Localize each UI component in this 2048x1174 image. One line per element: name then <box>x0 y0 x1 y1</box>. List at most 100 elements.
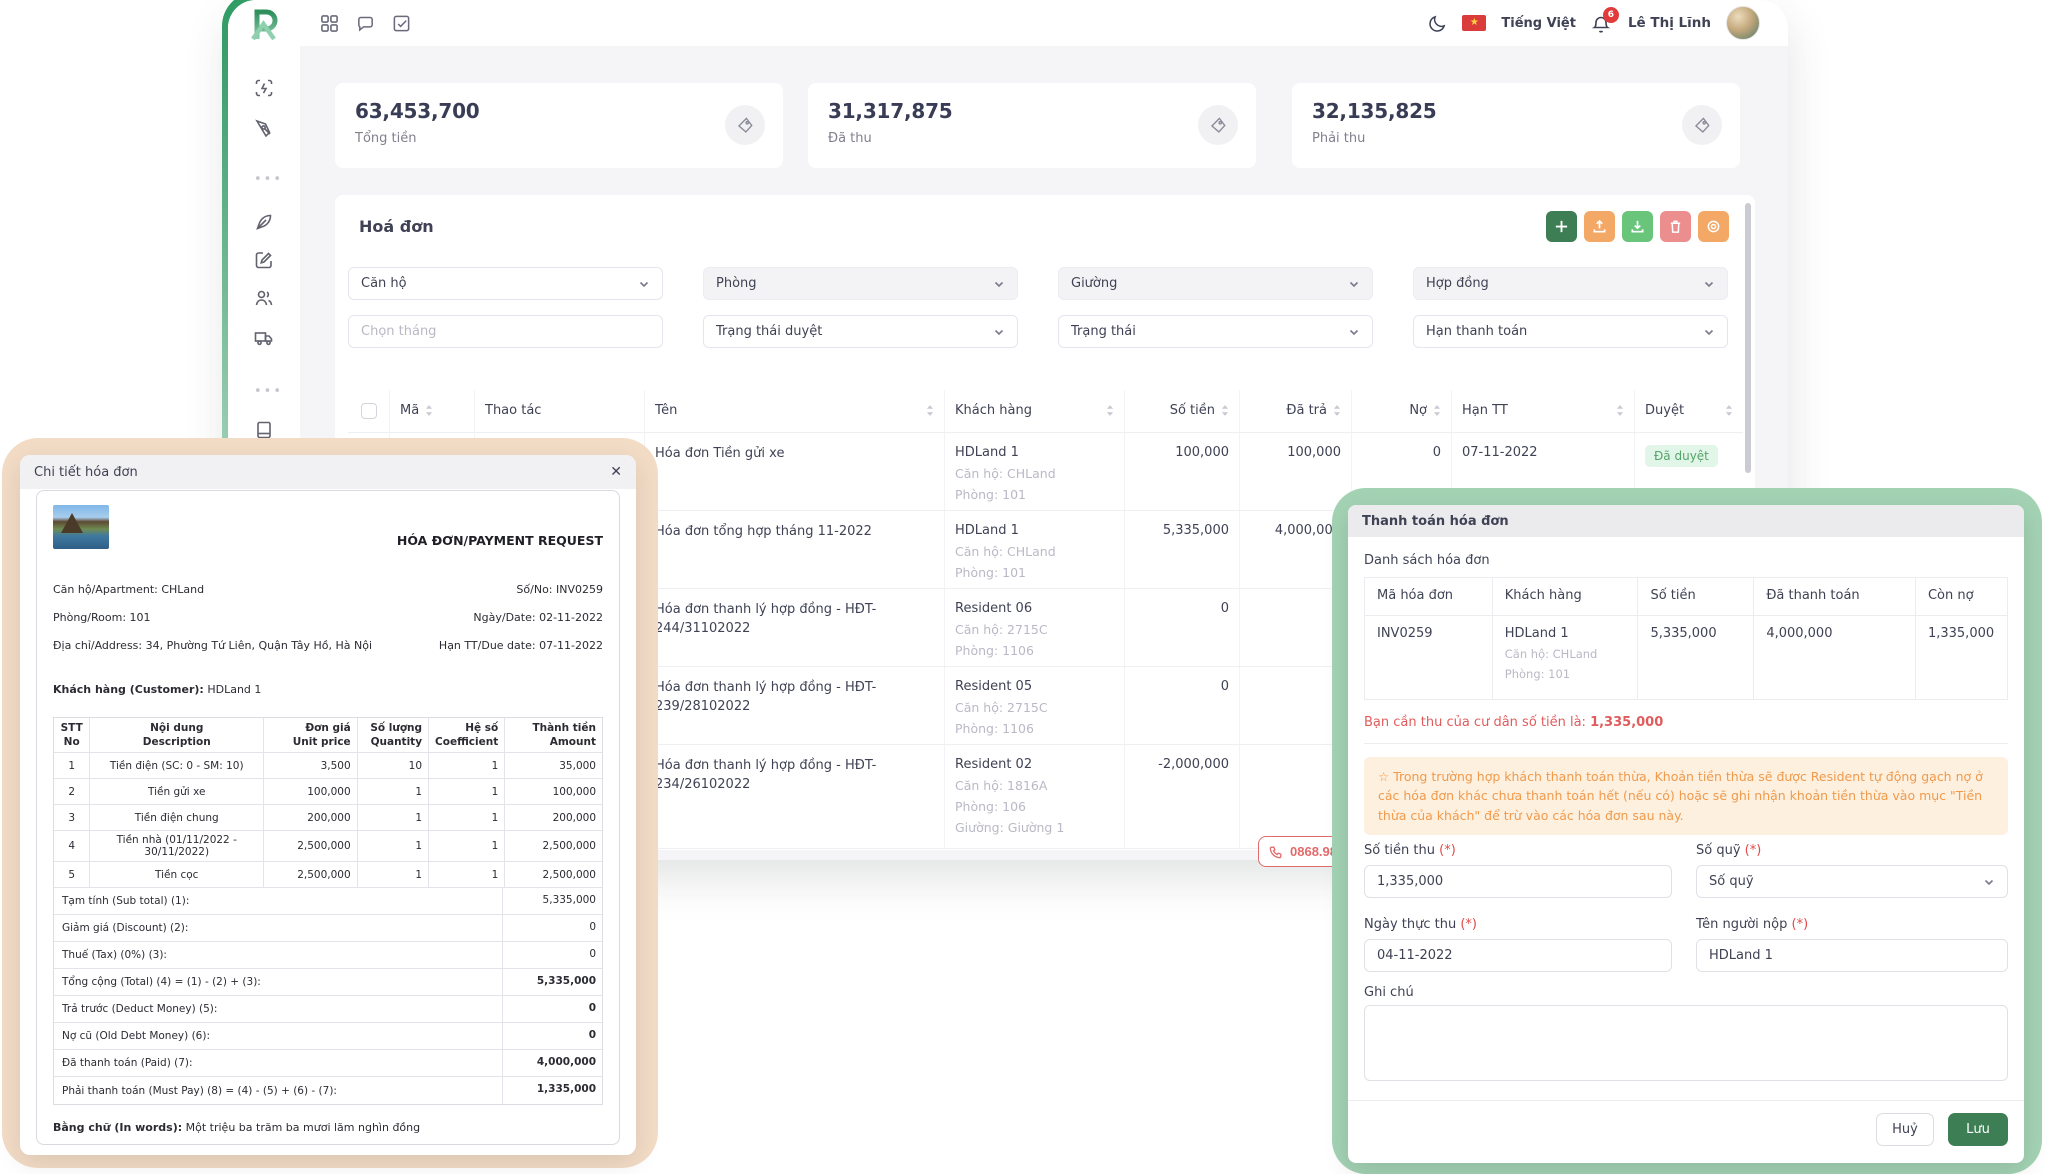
scan-flash-icon[interactable] <box>254 78 274 98</box>
chevron-down-icon <box>1348 326 1360 338</box>
header-debt[interactable]: Nợ <box>1352 390 1452 432</box>
topbar: ★ Tiếng Việt 6 Lê Thị Lĩnh <box>228 0 1788 46</box>
money-tag-icon <box>1198 105 1238 145</box>
chevron-down-icon <box>1983 876 1995 888</box>
card-value: 32,135,825 <box>1312 99 1720 123</box>
panel-title: Hoá đơn <box>359 217 434 236</box>
card-label: Tổng tiền <box>355 131 763 146</box>
settings-button[interactable] <box>1698 211 1729 242</box>
avatar[interactable] <box>1726 6 1760 40</box>
header-code[interactable]: Mã <box>390 390 475 432</box>
book-icon[interactable] <box>254 420 274 440</box>
add-invoice-button[interactable] <box>1546 211 1577 242</box>
total-row: Nợ cũ (Old Debt Money) (6):0 <box>54 1023 602 1050</box>
language-label[interactable]: Tiếng Việt <box>1501 16 1576 31</box>
money-tag-icon <box>725 105 765 145</box>
sort-icon <box>1333 405 1341 416</box>
card-value: 31,317,875 <box>828 99 1236 123</box>
edit-compose-icon[interactable] <box>254 250 274 270</box>
header-customer[interactable]: Khách hàng <box>945 390 1125 432</box>
item-row: 2Tiền gửi xe100,00011100,000 <box>54 779 602 805</box>
app-logo[interactable] <box>246 6 284 44</box>
sort-icon <box>1616 405 1624 416</box>
delete-button[interactable] <box>1660 211 1691 242</box>
star-icon: ☆ <box>1378 769 1389 784</box>
chevron-down-icon <box>1703 326 1715 338</box>
truck-icon[interactable] <box>254 328 274 348</box>
header-amount[interactable]: Số tiền <box>1125 390 1240 432</box>
users-icon[interactable] <box>254 288 274 308</box>
sort-icon <box>1725 405 1733 416</box>
sort-icon <box>1433 405 1441 416</box>
filter-apartment[interactable]: Căn hộ <box>348 267 663 300</box>
invoice-heading: HÓA ĐƠN/PAYMENT REQUEST <box>397 533 603 548</box>
filter-bed[interactable]: Giường <box>1058 267 1373 300</box>
collect-date-input[interactable] <box>1364 939 1672 972</box>
panel-scrollbar[interactable] <box>1745 203 1751 473</box>
save-button[interactable]: Lưu <box>1948 1113 2008 1146</box>
summary-card-collected: 31,317,875 Đã thu <box>808 83 1256 168</box>
app-canvas: ★ Tiếng Việt 6 Lê Thị Lĩnh ••• ••• 63,45 <box>0 0 2048 1174</box>
pen-tool-icon[interactable] <box>254 118 274 138</box>
task-check-icon[interactable] <box>392 14 411 33</box>
filter-status[interactable]: Trạng thái <box>1058 315 1373 348</box>
invoice-no-line: Số/No: INV0259 <box>516 583 603 596</box>
amount-in-words: Bằng chữ (In words): Một triệu ba trăm b… <box>53 1121 420 1134</box>
total-row: Trả trước (Deduct Money) (5):0 <box>54 996 602 1023</box>
amount-due-notice: Bạn cần thu của cư dân số tiền là: 1,335… <box>1364 715 1663 730</box>
divider <box>1348 1100 2024 1101</box>
dark-mode-icon[interactable] <box>1428 14 1447 33</box>
card-label: Đã thu <box>828 131 1236 146</box>
close-icon[interactable]: ✕ <box>610 464 622 480</box>
cancel-button[interactable]: Huỷ <box>1876 1113 1934 1146</box>
month-picker-input[interactable] <box>348 315 663 348</box>
select-all-checkbox[interactable] <box>361 403 377 419</box>
notification-bell-icon[interactable]: 6 <box>1591 11 1613 35</box>
item-row: 3Tiền điện chung200,00011200,000 <box>54 805 602 831</box>
total-row: Tạm tính (Sub total) (1):5,335,000 <box>54 888 602 915</box>
payment-modal: Thanh toán hóa đơn Danh sách hóa đơn Mã … <box>1348 505 2024 1163</box>
card-value: 63,453,700 <box>355 99 763 123</box>
apps-grid-icon[interactable] <box>320 14 339 33</box>
payment-table-row: INV0259 HDLand 1Căn hộ: CHLandPhòng: 101… <box>1365 616 2008 700</box>
chat-icon[interactable] <box>356 14 375 33</box>
total-row: Tổng cộng (Total) (4) = (1) - (2) + (3):… <box>54 969 602 996</box>
header-name[interactable]: Tên <box>645 390 945 432</box>
header-actions: Thao tác <box>475 390 645 432</box>
filter-due-date[interactable]: Hạn thanh toán <box>1413 315 1728 348</box>
payer-name-input[interactable] <box>1696 939 2008 972</box>
sidebar-ellipsis-icon-2[interactable]: ••• <box>254 384 283 399</box>
header-due[interactable]: Hạn TT <box>1452 390 1635 432</box>
vietnam-flag-icon[interactable]: ★ <box>1462 15 1486 31</box>
invoice-items: STTNo Nội dungDescription Đơn giáUnit pr… <box>53 717 603 1105</box>
money-tag-icon <box>1682 105 1722 145</box>
amount-collected-label: Số tiền thu (*) <box>1364 843 1456 858</box>
sort-icon <box>926 405 934 416</box>
total-row: Thuế (Tax) (0%) (3):0 <box>54 942 602 969</box>
sidebar-ellipsis-icon[interactable]: ••• <box>254 172 283 187</box>
amount-collected-input[interactable] <box>1364 865 1672 898</box>
payer-name-label: Tên người nộp (*) <box>1696 917 1808 932</box>
chevron-down-icon <box>993 326 1005 338</box>
collect-date-label: Ngày thực thu (*) <box>1364 917 1477 932</box>
note-textarea[interactable] <box>1364 1005 2008 1081</box>
total-row: Giảm giá (Discount) (2):0 <box>54 915 602 942</box>
sort-icon <box>1221 405 1229 416</box>
room-line: Phòng/Room: 101 <box>53 611 151 624</box>
total-row: Đã thanh toán (Paid) (7):4,000,000 <box>54 1050 602 1077</box>
invoice-list-label: Danh sách hóa đơn <box>1364 553 1490 568</box>
filter-room[interactable]: Phòng <box>703 267 1018 300</box>
topbar-icons <box>320 0 411 46</box>
filter-approve-status[interactable]: Trạng thái duyệt <box>703 315 1018 348</box>
notification-badge: 6 <box>1603 7 1619 23</box>
upload-button[interactable] <box>1584 211 1615 242</box>
filter-contract[interactable]: Hợp đồng <box>1413 267 1728 300</box>
download-button[interactable] <box>1622 211 1653 242</box>
property-photo <box>53 505 109 549</box>
header-approve[interactable]: Duyệt <box>1635 390 1743 432</box>
user-name: Lê Thị Lĩnh <box>1628 15 1711 31</box>
fund-select[interactable]: Số quỹ <box>1696 865 2008 898</box>
feather-icon[interactable] <box>254 212 274 232</box>
header-paid[interactable]: Đã trả <box>1240 390 1352 432</box>
total-row: Phải thanh toán (Must Pay) (8) = (4) - (… <box>54 1077 602 1104</box>
